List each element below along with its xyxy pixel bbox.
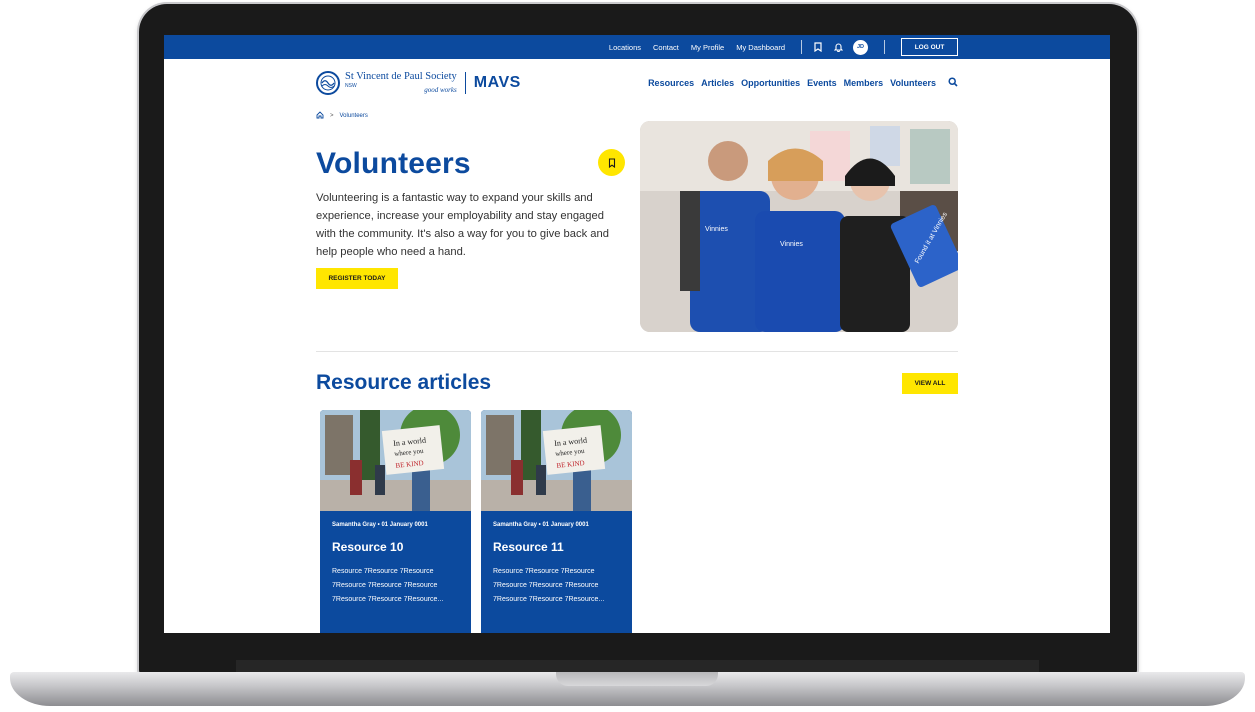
- brand-name[interactable]: MAVS: [474, 74, 521, 92]
- main-nav: Resources Articles Opportunities Events …: [641, 76, 958, 90]
- logo-tagline: good works: [424, 85, 457, 94]
- home-icon[interactable]: [316, 111, 324, 121]
- register-button[interactable]: REGISTER TODAY: [316, 268, 398, 289]
- bell-icon[interactable]: [834, 42, 843, 52]
- volunteers-photo: Found it at Vinnies Vinnies Vinnies: [640, 121, 958, 332]
- card-meta: Samantha Gray • 01 January 0001: [493, 522, 589, 528]
- bookmark-button[interactable]: [598, 149, 625, 176]
- svg-text:Vinnies: Vinnies: [705, 226, 728, 233]
- nav-opportunities[interactable]: Opportunities: [741, 78, 800, 88]
- svdp-logo-icon[interactable]: [316, 71, 340, 95]
- util-divider: [801, 40, 802, 54]
- card-excerpt: Resource 7Resource 7Resource 7Resource 7…: [332, 568, 444, 603]
- protest-photo: In a world where you BE KIND: [320, 410, 471, 511]
- nav-volunteers[interactable]: Volunteers: [890, 78, 936, 88]
- resource-card[interactable]: In a world where you BE KIND Samantha Gr…: [481, 410, 632, 633]
- protest-photo: In a world where you BE KIND: [481, 410, 632, 511]
- nav-events[interactable]: Events: [807, 78, 837, 88]
- resource-card[interactable]: In a world where you BE KIND Samantha Gr…: [320, 410, 471, 633]
- breadcrumb-separator: >: [330, 113, 334, 119]
- search-icon[interactable]: [948, 76, 958, 90]
- card-meta: Samantha Gray • 01 January 0001: [332, 522, 428, 528]
- breadcrumb-current[interactable]: Volunteers: [340, 113, 368, 119]
- screen: Locations Contact My Profile My Dashboar…: [164, 35, 1110, 633]
- logo-divider: [464, 72, 466, 94]
- card-title[interactable]: Resource 11: [493, 540, 564, 554]
- resource-articles-title: Resource articles: [316, 371, 492, 394]
- card-excerpt: Resource 7Resource 7Resource 7Resource 7…: [493, 568, 605, 603]
- bookmark-icon[interactable]: [814, 42, 822, 52]
- util-link-my-profile[interactable]: My Profile: [691, 43, 724, 52]
- page-title: Volunteers: [316, 147, 471, 180]
- breadcrumb: > Volunteers: [316, 111, 368, 121]
- utility-bar: Locations Contact My Profile My Dashboar…: [164, 35, 1110, 59]
- util-link-contact[interactable]: Contact: [653, 43, 679, 52]
- svg-text:Vinnies: Vinnies: [780, 241, 803, 248]
- util-link-my-dashboard[interactable]: My Dashboard: [736, 43, 785, 52]
- nav-resources[interactable]: Resources: [648, 78, 694, 88]
- site-header: St Vincent de Paul Society NSW good work…: [316, 59, 958, 107]
- card-title[interactable]: Resource 10: [332, 540, 403, 554]
- hero-description: Volunteering is a fantastic way to expan…: [316, 192, 609, 258]
- nav-members[interactable]: Members: [844, 78, 884, 88]
- util-link-locations[interactable]: Locations: [609, 43, 641, 52]
- logo-text: St Vincent de Paul Society NSW good work…: [345, 72, 457, 94]
- laptop-hinge: [236, 660, 1039, 672]
- util-divider: [884, 40, 885, 54]
- view-all-button[interactable]: VIEW ALL: [902, 373, 958, 394]
- nav-articles[interactable]: Articles: [701, 78, 734, 88]
- logout-button[interactable]: LOG OUT: [901, 38, 958, 56]
- section-divider: [316, 351, 958, 352]
- logo-title: St Vincent de Paul Society: [345, 71, 457, 83]
- avatar[interactable]: JD: [853, 39, 868, 55]
- laptop-notch: [556, 672, 718, 686]
